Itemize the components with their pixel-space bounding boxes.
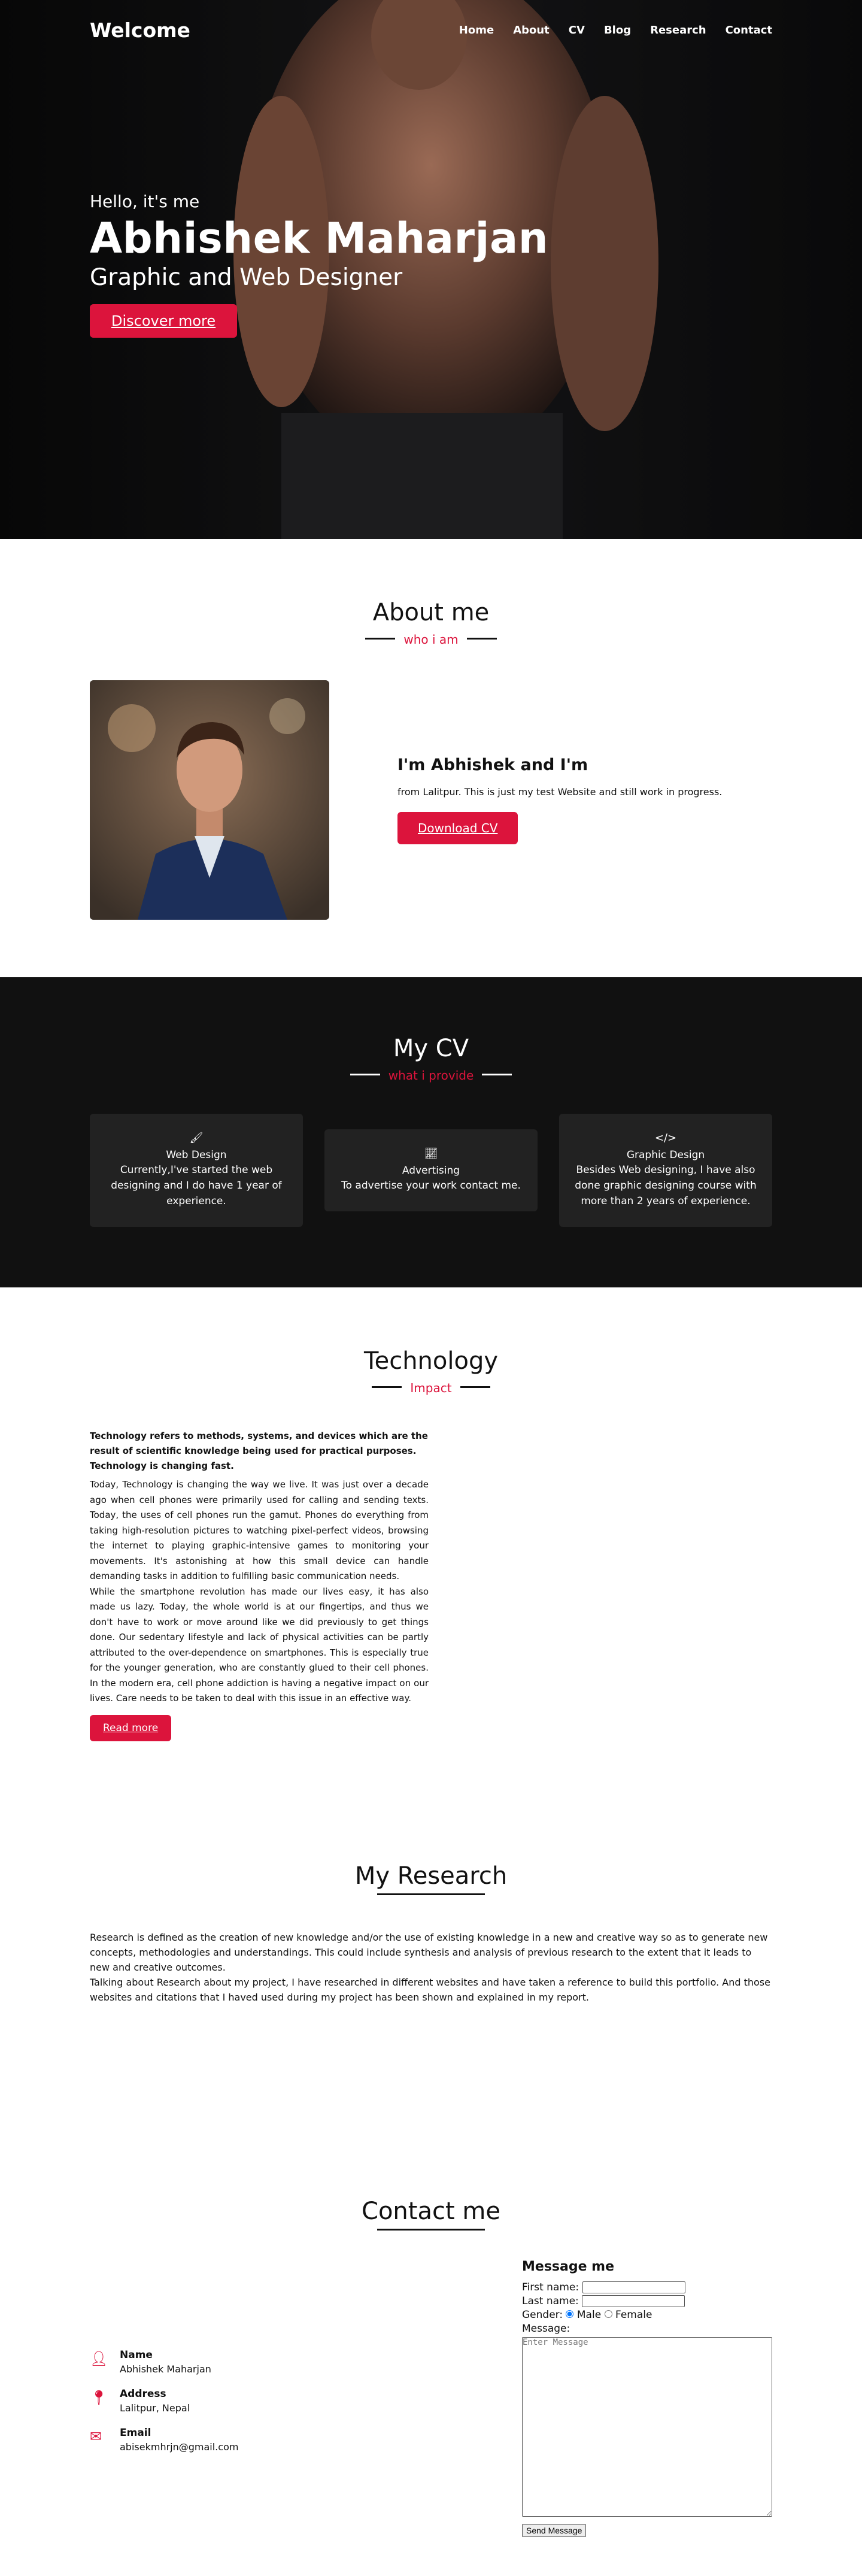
research-paragraph-1: Research is defined as the creation of n… (90, 1932, 768, 1973)
title-line-left (350, 1073, 380, 1075)
navbar: Welcome Home About CV Blog Research Cont… (0, 0, 862, 60)
technology-title: Technology (363, 1347, 499, 1375)
message-label: Message: (522, 2323, 570, 2335)
profile-photo (90, 680, 329, 920)
about-section: About me who i am I'm Abhishek and I'm f… (0, 539, 862, 977)
contact-name: 👤︎ Name Abhishek Maharjan (90, 2349, 238, 2375)
male-label: Male (576, 2309, 602, 2321)
info-value: abisekmhrjn@gmail.com (120, 2441, 239, 2453)
title-line-left (365, 637, 396, 640)
discover-more-button[interactable]: Discover more (90, 304, 238, 338)
about-description: from Lalitpur. This is just my test Webs… (397, 786, 723, 798)
contact-info: 👤︎ Name Abhishek Maharjan 📍︎ Address Lal… (90, 2349, 238, 2537)
nav-home-link[interactable]: Home (459, 24, 494, 37)
chart-icon: 📈︎ (424, 1147, 438, 1160)
title-line-right (482, 1073, 512, 1075)
card-description: To advertise your work contact me. (341, 1180, 521, 1192)
about-text: I'm Abhishek and I'm from Lalitpur. This… (397, 756, 722, 844)
contact-row: 👤︎ Name Abhishek Maharjan 📍︎ Address Lal… (90, 2259, 772, 2537)
cv-title-block: My CV what i provide (90, 1035, 772, 1083)
first-name-input[interactable] (582, 2281, 685, 2293)
card-description: Besides Web designing, I have also done … (575, 1164, 757, 1207)
message-textarea[interactable] (522, 2337, 772, 2517)
cv-cards: 🖌︎ Web Design Currently,I've started the… (90, 1114, 772, 1227)
send-message-button[interactable]: Send Message (522, 2524, 587, 2537)
brush-icon: 🖌︎ (189, 1132, 204, 1144)
research-section: My Research Research is defined as the c… (0, 1820, 862, 2180)
technology-paragraph-1: Today, Technology is changing the way we… (90, 1479, 429, 1581)
cv-title: My CV (393, 1035, 469, 1062)
hero-greeting: Hello, it's me (90, 192, 200, 211)
form-title: Message me (522, 2259, 615, 2274)
research-title-block: My Research (90, 1862, 772, 1895)
hero-section: Welcome Home About CV Blog Research Cont… (0, 0, 862, 539)
message-form: Message me First name: Last name: Gender… (522, 2259, 772, 2537)
technology-title-block: Technology Impact (90, 1347, 772, 1395)
technology-subtitle: Impact (410, 1381, 452, 1395)
research-paragraph-2: Talking about Research about my project,… (90, 1977, 770, 2003)
technology-section: Technology Impact Technology refers to m… (0, 1287, 862, 1820)
contact-address: 📍︎ Address Lalitpur, Nepal (90, 2388, 238, 2414)
nav-contact-link[interactable]: Contact (726, 24, 772, 37)
user-icon: 👤︎ (90, 2350, 108, 2367)
cv-card-advertising: 📈︎ Advertising To advertise your work co… (324, 1129, 538, 1211)
card-name: Graphic Design (626, 1149, 705, 1161)
contact-title-block: Contact me (90, 2198, 772, 2230)
nav-menu: Home About CV Blog Research Contact (440, 24, 772, 37)
info-label: Name (120, 2349, 153, 2361)
read-more-button[interactable]: Read more (90, 1714, 172, 1741)
about-subtitle: who i am (403, 632, 459, 647)
card-description: Currently,I've started the web designing… (111, 1164, 282, 1207)
last-name-input[interactable] (582, 2295, 685, 2307)
card-name: Advertising (402, 1165, 460, 1177)
contact-email: ✉︎ Email abisekmhrjn@gmail.com (90, 2427, 238, 2453)
contact-title: Contact me (362, 2198, 500, 2225)
title-line-right (466, 637, 497, 640)
cv-card-web-design: 🖌︎ Web Design Currently,I've started the… (90, 1114, 303, 1227)
hero-text: Hello, it's me Abhishek Maharjan Graphic… (90, 192, 548, 338)
title-underline (377, 2229, 485, 2230)
envelope-icon: ✉︎ (90, 2428, 102, 2445)
info-label: Email (120, 2427, 151, 2439)
about-title-block: About me who i am (90, 599, 772, 647)
download-cv-button[interactable]: Download CV (397, 812, 518, 844)
title-line-right (460, 1386, 490, 1388)
contact-section: Contact me 👤︎ Name Abhishek Maharjan 📍︎ … (0, 2180, 862, 2576)
research-title: My Research (354, 1862, 508, 1890)
last-name-label: Last name: (522, 2295, 579, 2307)
technology-body: Technology refers to methods, systems, a… (90, 1429, 429, 1741)
research-body: Research is defined as the creation of n… (90, 1930, 772, 2005)
female-label: Female (615, 2309, 652, 2321)
first-name-label: First name: (522, 2281, 579, 2293)
nav-research-link[interactable]: Research (650, 24, 706, 37)
female-radio[interactable] (604, 2310, 612, 2318)
about-title: About me (372, 599, 490, 626)
code-icon: </> (654, 1132, 677, 1144)
nav-about-link[interactable]: About (513, 24, 550, 37)
nav-blog-link[interactable]: Blog (604, 24, 631, 37)
about-content: I'm Abhishek and I'm from Lalitpur. This… (90, 680, 772, 920)
nav-cv-link[interactable]: CV (569, 24, 585, 37)
technology-paragraph-2: While the smartphone revolution has made… (90, 1586, 429, 1704)
technology-lead: Technology refers to methods, systems, a… (90, 1431, 428, 1471)
card-name: Web Design (166, 1149, 227, 1161)
cv-subtitle: what i provide (388, 1068, 474, 1083)
gender-label: Gender: (522, 2309, 563, 2321)
info-label: Address (120, 2388, 166, 2400)
hero-name: Abhishek Maharjan (90, 214, 549, 263)
info-value: Lalitpur, Nepal (120, 2402, 190, 2414)
male-radio[interactable] (566, 2310, 574, 2318)
cv-card-graphic-design: </> Graphic Design Besides Web designing… (559, 1114, 772, 1227)
location-icon: 📍︎ (90, 2389, 108, 2406)
about-heading: I'm Abhishek and I'm (397, 756, 588, 774)
title-line-left (372, 1386, 402, 1388)
info-value: Abhishek Maharjan (120, 2363, 211, 2375)
hero-role: Graphic and Web Designer (90, 264, 403, 291)
title-underline (377, 1893, 485, 1895)
cv-section: My CV what i provide 🖌︎ Web Design Curre… (0, 977, 862, 1287)
site-logo[interactable]: Welcome (90, 19, 190, 42)
